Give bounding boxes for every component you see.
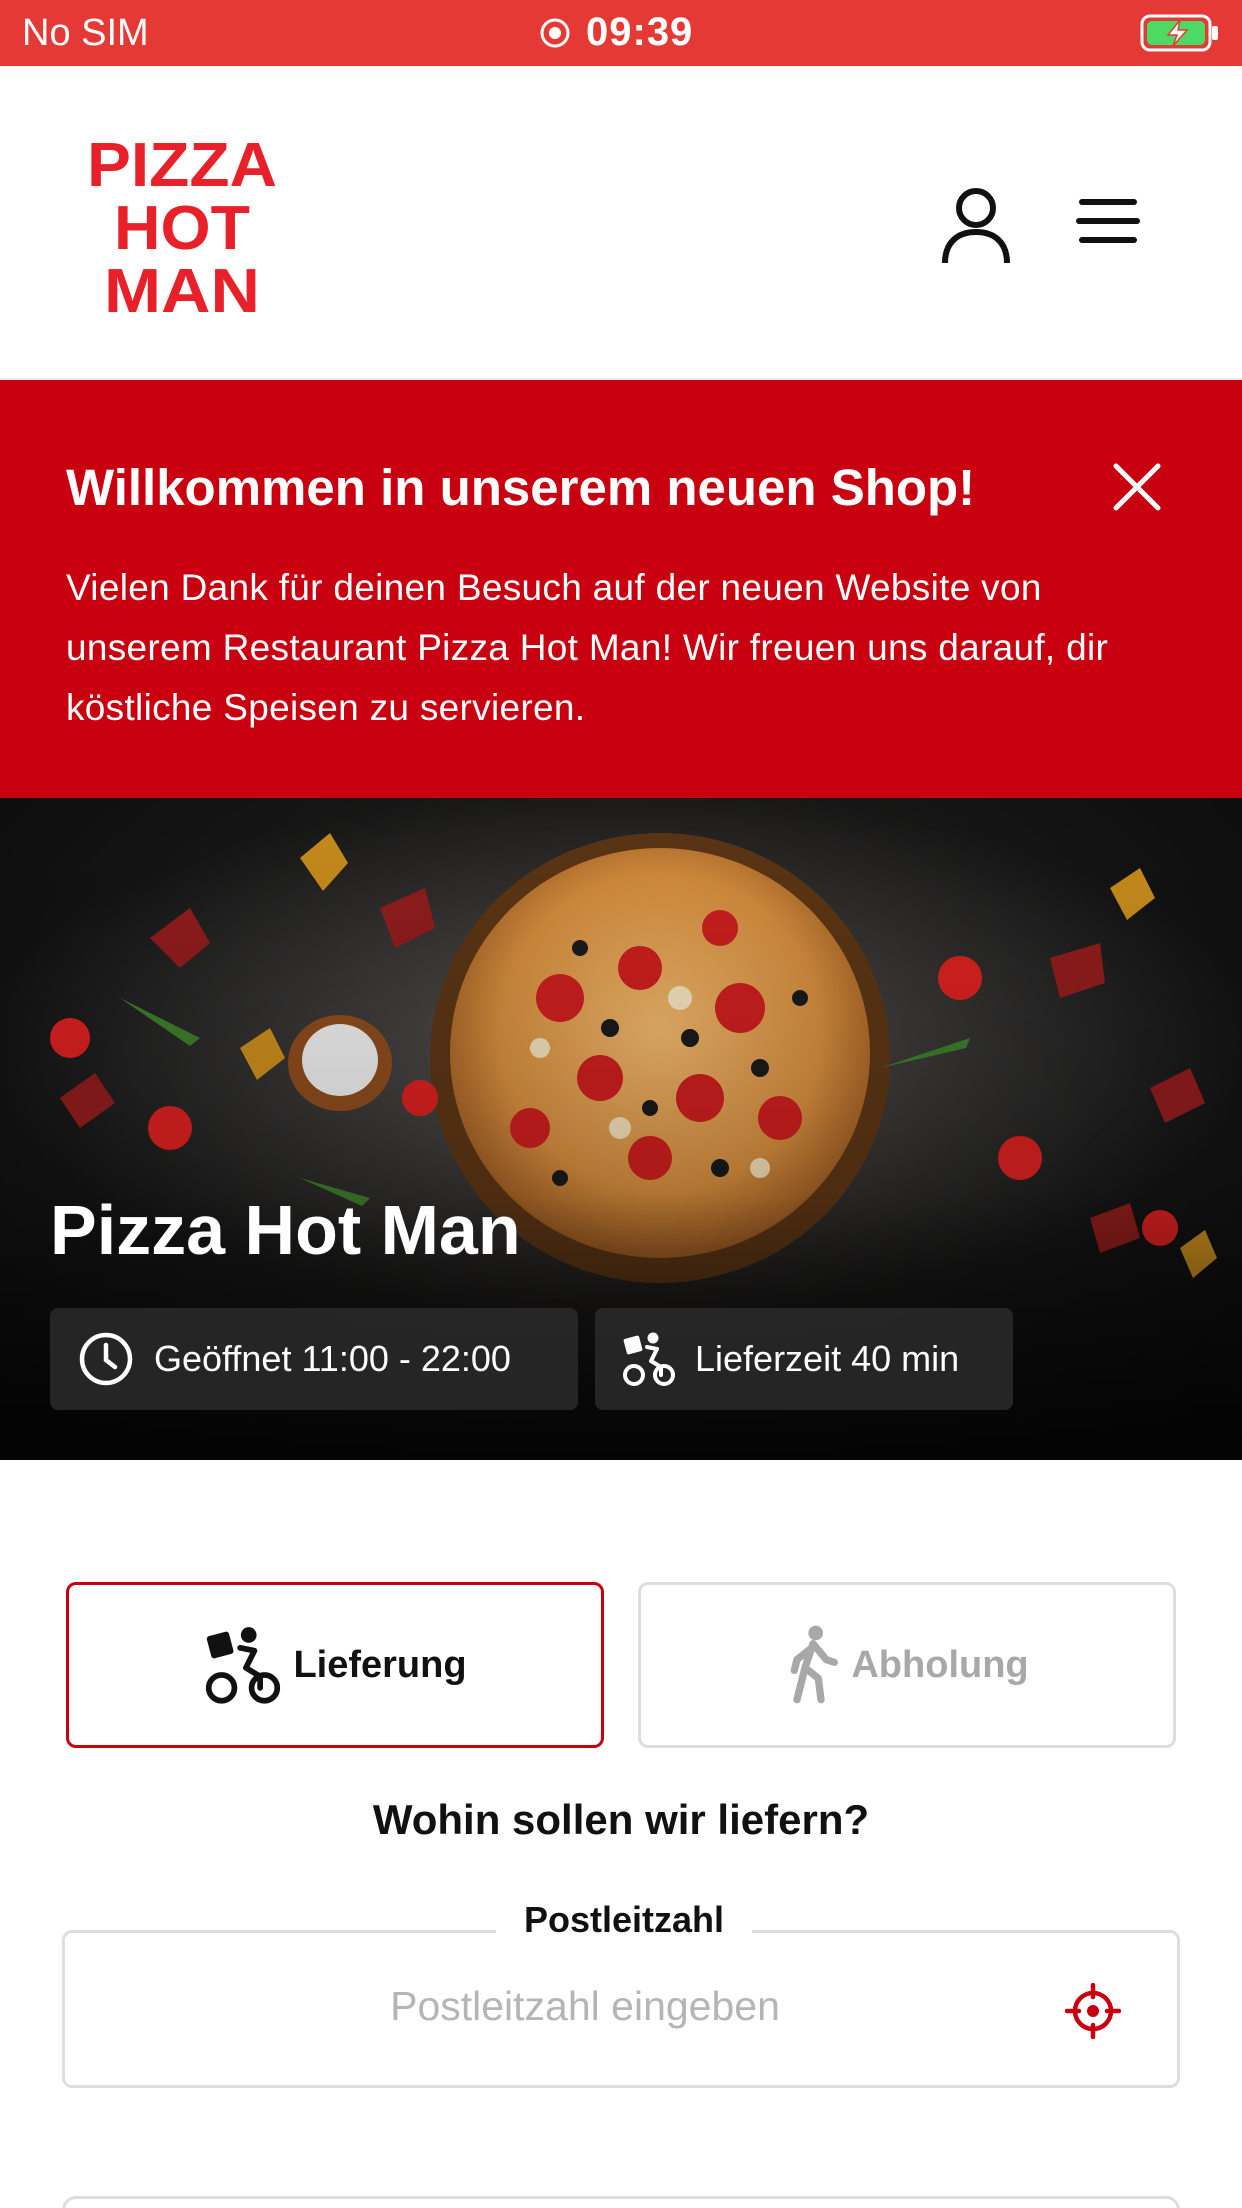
delivery-time-chip: Lieferzeit 40 min [595,1308,1013,1410]
location-dot-icon [540,18,570,47]
clock-icon [79,1332,133,1386]
pickup-mode-button[interactable]: Abholung [638,1582,1176,1748]
delivery-bike-icon [623,1332,675,1386]
hero-section: Pizza Hot Man Geöffnet 11:00 - 22:00 Lie… [0,798,1242,1460]
banner-text: Vielen Dank für deinen Besuch auf der ne… [66,567,1109,728]
restaurant-name: Pizza Hot Man [50,1191,521,1269]
svg-text:MAN: MAN [104,257,260,318]
welcome-banner: Willkommen in unserem neuen Shop! Vielen… [0,380,1242,798]
delivery-mode-label: Lieferung [293,1643,467,1686]
status-center: 09:39 [538,10,693,55]
site-header: PIZZA HOT MAN [0,66,1242,380]
postal-code-field: Postleitzahl [62,1899,1180,2088]
delivery-bike-icon [206,1627,281,1704]
postal-code-label: Postleitzahl [495,1899,753,1940]
svg-text:PIZZA: PIZZA [87,131,277,200]
delivery-question: Wohin sollen wir liefern? [372,1796,870,1843]
hamburger-menu-icon[interactable] [1076,196,1140,250]
close-icon[interactable] [1112,462,1162,512]
delivery-time-text: Lieferzeit 40 min [695,1338,960,1379]
battery-icon [1140,14,1218,52]
postal-code-input[interactable] [105,1983,1065,2030]
user-account-icon[interactable] [940,186,1012,266]
carrier-label: No SIM [22,12,149,54]
walking-person-icon [791,1625,839,1704]
next-section-edge [62,2196,1180,2208]
delivery-mode-button[interactable]: Lieferung [66,1582,604,1748]
opening-hours-chip: Geöffnet 11:00 - 22:00 [50,1308,578,1410]
opening-hours-text: Geöffnet 11:00 - 22:00 [154,1338,511,1379]
pickup-mode-label: Abholung [851,1643,1029,1686]
status-bar: No SIM 09:39 [0,0,1242,66]
banner-title: Willkommen in unserem neuen Shop! [66,459,976,516]
svg-text:HOT: HOT [114,194,250,263]
pizza-hot-man-logo[interactable]: PIZZA HOT MAN [82,128,282,318]
locate-me-icon[interactable] [1065,1983,1121,2039]
postal-code-label-wrap: Postleitzahl [65,1899,1183,1941]
clock: 09:39 [586,10,694,54]
